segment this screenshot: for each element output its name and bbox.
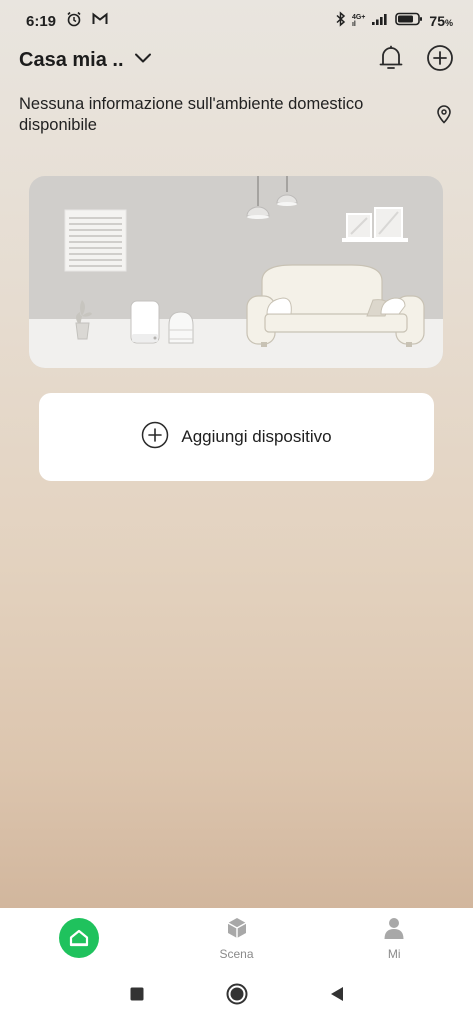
battery-percent: 75% [429,13,453,29]
picture-frames [342,207,408,242]
add-circle-icon [141,421,169,454]
home-selector[interactable]: Casa mia .. [19,49,152,72]
back-triangle-icon [329,985,345,1008]
tab-mi[interactable]: Mi [315,908,473,968]
gmail-icon [92,12,108,30]
home-button[interactable] [187,983,287,1010]
chevron-down-icon [134,51,152,69]
tab-label: Scena [219,946,254,961]
tab-scena[interactable]: Scena [158,908,316,968]
add-device-label: Aggiungi dispositivo [181,427,332,446]
location-pin-icon[interactable] [436,104,452,129]
person-icon [383,916,405,945]
home-name: Casa mia .. [19,48,124,71]
back-button[interactable] [287,985,387,1008]
status-time: 6:19 [26,12,57,30]
environment-info: Nessuna informazione sull'ambiente domes… [19,95,364,134]
window-blind [64,209,127,272]
tab-home[interactable] [0,908,158,968]
bell-icon[interactable] [378,44,404,77]
bottom-tab-bar: Scena Mi [0,908,473,968]
add-icon[interactable] [426,44,454,77]
home-illustration [29,176,443,368]
add-device-button[interactable]: Aggiungi dispositivo [39,393,434,481]
air-purifier [130,300,160,344]
status-bar: 6:19 4G+ ıl 75% [0,0,473,42]
home-header: Casa mia .. [0,44,473,76]
alarm-icon [66,11,82,31]
circle-icon [226,983,248,1010]
system-navigation-bar [0,968,473,1024]
tab-label: Mi [387,946,401,961]
recents-button[interactable] [87,986,187,1007]
cube-icon [225,916,249,945]
square-icon [129,986,145,1007]
bluetooth-icon [336,11,346,31]
humidifier [168,311,194,344]
network-type: 4G+ ıl [351,14,366,28]
home-icon [58,918,99,958]
battery-icon [395,12,423,30]
signal-icon [371,12,389,30]
